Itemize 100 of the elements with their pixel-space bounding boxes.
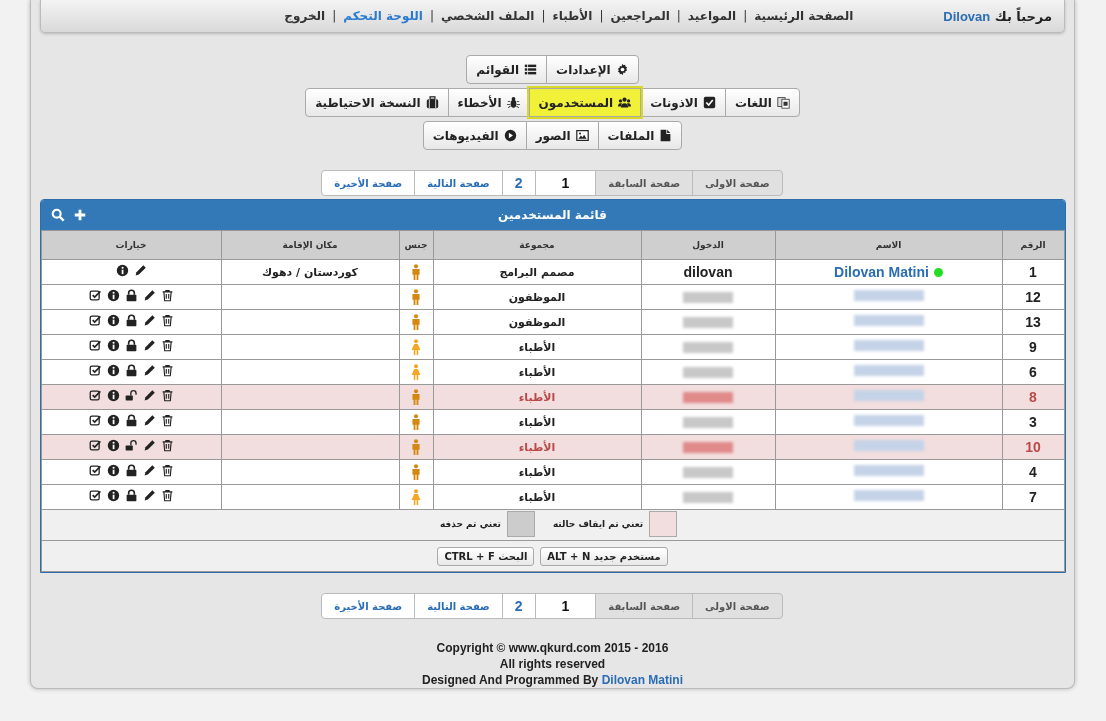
menu-button[interactable]: الفيديوهات [422,121,527,150]
nav-link[interactable]: المراجعين [610,9,670,23]
user-name: Dilovan Matini [834,264,929,280]
info-icon[interactable] [106,414,120,427]
lock-icon[interactable] [124,314,138,327]
nav-link[interactable]: الملف الشخصي [440,9,535,23]
trash-icon[interactable] [160,489,174,502]
legend-label: تعني تم حذفه [439,518,501,529]
trash-icon[interactable] [160,339,174,352]
page-link[interactable]: 1 [534,170,597,196]
menu-button[interactable]: الأخطاء [447,88,530,117]
unlock-icon[interactable] [124,439,138,452]
pencil-icon[interactable] [142,464,156,477]
page-link[interactable]: صفحة الأخيرة [321,593,416,619]
lock-icon[interactable] [124,489,138,502]
column-header: الدخول [641,230,775,260]
info-icon[interactable] [115,264,129,277]
page-link[interactable]: صفحة الأخيرة [321,170,416,196]
column-header: مجموعة [433,230,641,260]
table-cell: 9 [1002,334,1064,360]
info-icon[interactable] [106,464,120,477]
checkbox-icon[interactable] [88,314,102,327]
table-cell: 7 [1002,484,1064,510]
nav-separator: | [743,9,748,23]
pencil-icon[interactable] [142,414,156,427]
page-link[interactable]: صفحة التالية [414,170,503,196]
trash-icon[interactable] [160,439,174,452]
menu-button[interactable]: الملفات [597,121,683,150]
search-icon[interactable] [50,208,65,222]
lock-icon[interactable] [124,289,138,302]
table-cell: 13 [1002,309,1064,335]
table-cell: 10 [1002,434,1064,460]
pencil-icon[interactable] [133,264,147,277]
checkbox-icon[interactable] [88,464,102,477]
trash-icon[interactable] [160,464,174,477]
pencil-icon[interactable] [142,389,156,402]
pencil-icon[interactable] [142,439,156,452]
trash-icon[interactable] [160,289,174,302]
checkbox-icon[interactable] [88,339,102,352]
pencil-icon[interactable] [142,339,156,352]
table-cell: الموظفون [433,309,641,335]
menu-button[interactable]: الاذونات [640,88,726,117]
checkbox-icon[interactable] [88,489,102,502]
lock-icon[interactable] [124,339,138,352]
info-icon[interactable] [106,339,120,352]
nav-link[interactable]: الخروج [284,9,326,23]
trash-icon[interactable] [160,389,174,402]
table-cell: كوردستان / دهوك [221,259,399,285]
shortcut-button[interactable]: البحث CTRL + F [437,546,535,566]
pencil-icon[interactable] [142,289,156,302]
nav-link[interactable]: الأطباء [552,9,593,23]
page-link[interactable]: 2 [501,170,536,196]
checkbox-icon[interactable] [88,289,102,302]
table-cell: الأطباء [433,484,641,510]
trash-icon[interactable] [160,364,174,377]
plus-icon[interactable] [72,208,87,222]
info-icon[interactable] [106,314,120,327]
pencil-icon[interactable] [142,489,156,502]
menu-button[interactable]: المستخدمون [528,88,642,117]
page-link[interactable]: صفحة السابقة [595,170,694,196]
page-link[interactable]: صفحة السابقة [595,593,694,619]
blurred-login [683,442,733,453]
page-link[interactable]: 2 [501,593,536,619]
table-cell: مصمم البرامج [433,259,641,285]
trash-icon[interactable] [160,414,174,427]
column-header: الاسم [775,230,1002,260]
info-icon[interactable] [106,439,120,452]
info-icon[interactable] [106,489,120,502]
page-link[interactable]: صفحة الاولى [692,170,783,196]
author-link[interactable]: Dilovan Matini [601,673,683,687]
menu-button[interactable]: النسخة الاحتياطية [305,88,449,117]
menu-button[interactable]: الإعدادات [546,55,639,84]
page-link[interactable]: 1 [534,593,597,619]
lock-icon[interactable] [124,364,138,377]
nav-link[interactable]: المواعيد [687,9,737,23]
menu-button[interactable]: اللغات [724,88,800,117]
trash-icon[interactable] [160,314,174,327]
unlock-icon[interactable] [124,389,138,402]
checkbox-icon[interactable] [88,414,102,427]
lock-icon[interactable] [124,414,138,427]
shortcut-button[interactable]: مستخدم جديد ALT + N [540,546,668,566]
nav-separator: | [429,9,434,23]
info-icon[interactable] [106,289,120,302]
pencil-icon[interactable] [142,364,156,377]
menu-button[interactable]: الصور [525,121,599,150]
table-cell: الأطباء [433,459,641,485]
info-icon[interactable] [106,389,120,402]
checkbox-icon[interactable] [88,439,102,452]
table-cell: الأطباء [433,409,641,435]
pencil-icon[interactable] [142,314,156,327]
lock-icon[interactable] [124,464,138,477]
checkbox-icon[interactable] [88,389,102,402]
page-link[interactable]: صفحة الاولى [692,593,783,619]
info-icon[interactable] [106,364,120,377]
page-link[interactable]: صفحة التالية [414,593,503,619]
checkbox-icon[interactable] [88,364,102,377]
table-cell: 1 [1002,259,1064,285]
nav-link[interactable]: الصفحة الرئيسية [754,9,854,23]
menu-button[interactable]: القوائم [466,55,548,84]
table-cell: الموظفون [433,284,641,310]
